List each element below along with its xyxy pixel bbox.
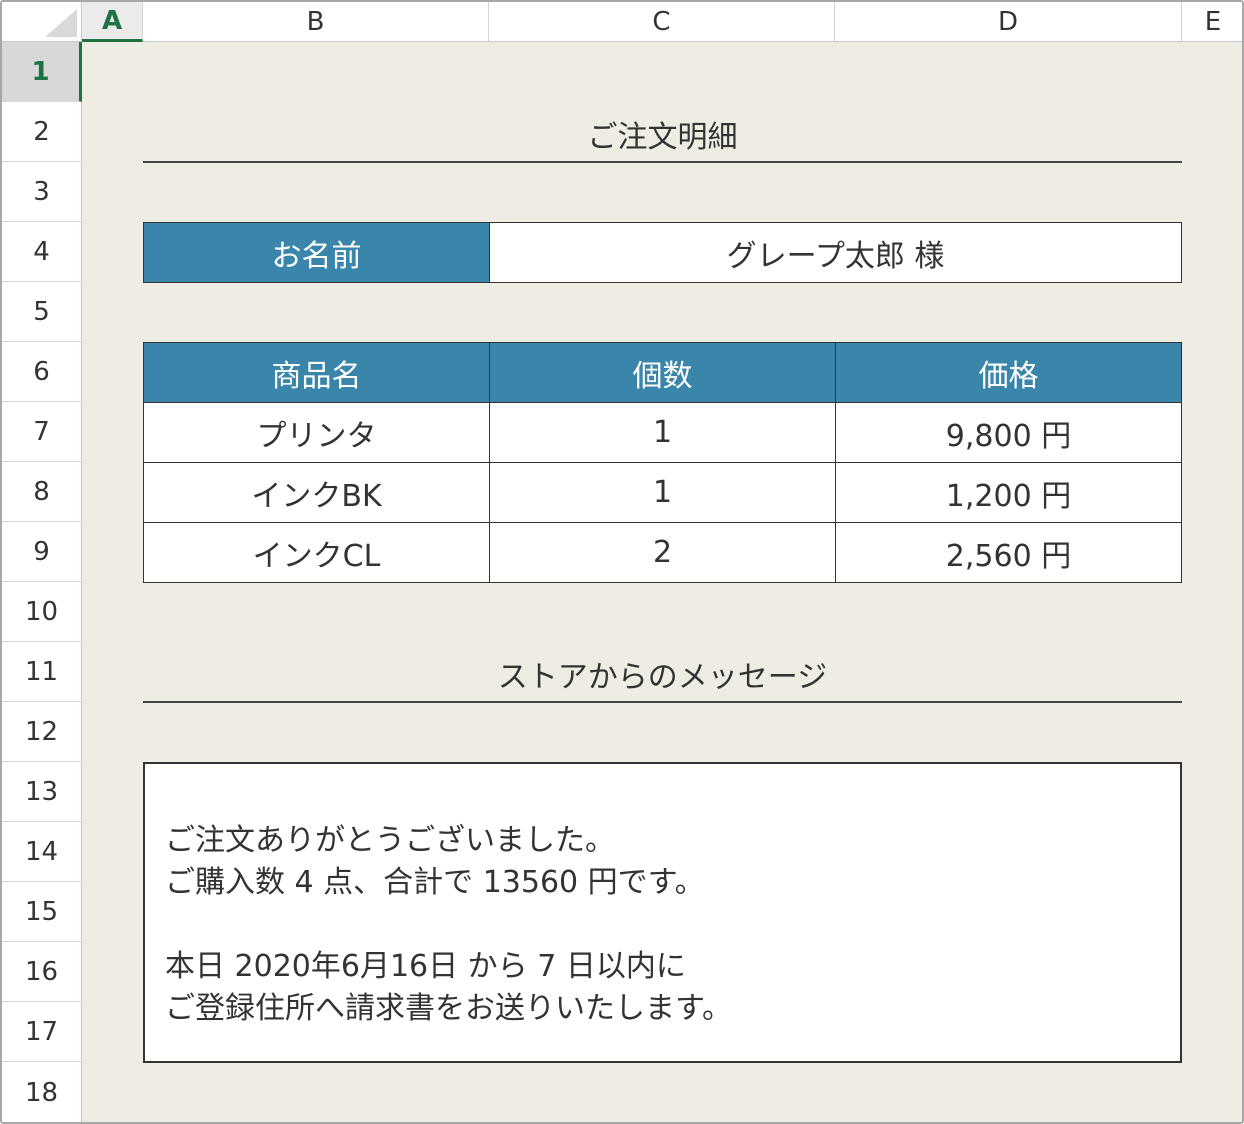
column-header-d[interactable]: D bbox=[835, 2, 1182, 42]
order-price-cell[interactable]: 2,560 円 bbox=[835, 522, 1182, 583]
row-header-4[interactable]: 4 bbox=[2, 222, 82, 282]
column-header-e[interactable]: E bbox=[1182, 2, 1242, 42]
row-header-10[interactable]: 10 bbox=[2, 582, 82, 642]
row-header-11[interactable]: 11 bbox=[2, 642, 82, 702]
message-total-line: ご購入数 4 点、合計で 13560 円です。 bbox=[165, 865, 705, 900]
row-header-3[interactable]: 3 bbox=[2, 162, 82, 222]
row-header-17[interactable]: 17 bbox=[2, 1002, 82, 1062]
row-header-5[interactable]: 5 bbox=[2, 282, 82, 342]
order-product-cell[interactable]: プリンタ bbox=[143, 402, 490, 463]
product-name-header[interactable]: 商品名 bbox=[143, 342, 490, 403]
row-header-9[interactable]: 9 bbox=[2, 522, 82, 582]
message-invoice-line: ご登録住所へ請求書をお送りいたします。 bbox=[165, 991, 732, 1026]
title-underline bbox=[143, 161, 1182, 163]
row-header-6[interactable]: 6 bbox=[2, 342, 82, 402]
quantity-header[interactable]: 個数 bbox=[489, 342, 836, 403]
order-quantity-cell[interactable]: 2 bbox=[489, 522, 836, 583]
name-label-cell[interactable]: お名前 bbox=[143, 222, 490, 283]
name-value-cell[interactable]: グレープ太郎 様 bbox=[489, 222, 1182, 283]
order-price-cell[interactable]: 1,200 円 bbox=[835, 462, 1182, 523]
order-product-cell[interactable]: インクBK bbox=[143, 462, 490, 523]
row-header-13[interactable]: 13 bbox=[2, 762, 82, 822]
spreadsheet[interactable]: A B C D E 1 2 3 4 5 6 7 8 9 10 11 12 13 … bbox=[0, 0, 1244, 1124]
row-header-16[interactable]: 16 bbox=[2, 942, 82, 1002]
message-thanks-line: ご注文ありがとうございました。 bbox=[165, 823, 615, 858]
message-date-line: 本日 2020年6月16日 から 7 日以内に bbox=[165, 949, 686, 984]
select-all-triangle-icon bbox=[45, 9, 77, 37]
row-header-14[interactable]: 14 bbox=[2, 822, 82, 882]
row-header-7[interactable]: 7 bbox=[2, 402, 82, 462]
column-header-b[interactable]: B bbox=[143, 2, 489, 42]
order-price-cell[interactable]: 9,800 円 bbox=[835, 402, 1182, 463]
message-title-underline bbox=[143, 701, 1182, 703]
row-header-12[interactable]: 12 bbox=[2, 702, 82, 762]
order-details-title: ご注文明細 bbox=[587, 120, 738, 155]
row-header-18[interactable]: 18 bbox=[2, 1062, 82, 1122]
price-header[interactable]: 価格 bbox=[835, 342, 1182, 403]
store-message-title: ストアからのメッセージ bbox=[497, 660, 828, 695]
order-quantity-cell[interactable]: 1 bbox=[489, 402, 836, 463]
column-header-a[interactable]: A bbox=[82, 2, 143, 42]
row-header-8[interactable]: 8 bbox=[2, 462, 82, 522]
row-header-15[interactable]: 15 bbox=[2, 882, 82, 942]
row-header-1[interactable]: 1 bbox=[2, 42, 82, 102]
order-quantity-cell[interactable]: 1 bbox=[489, 462, 836, 523]
select-all-corner[interactable] bbox=[2, 2, 82, 42]
row-header-2[interactable]: 2 bbox=[2, 102, 82, 162]
column-header-c[interactable]: C bbox=[489, 2, 835, 42]
store-message-box[interactable]: ご注文ありがとうございました。 ご購入数 4 点、合計で 13560 円です。 … bbox=[143, 762, 1182, 1063]
order-product-cell[interactable]: インクCL bbox=[143, 522, 490, 583]
